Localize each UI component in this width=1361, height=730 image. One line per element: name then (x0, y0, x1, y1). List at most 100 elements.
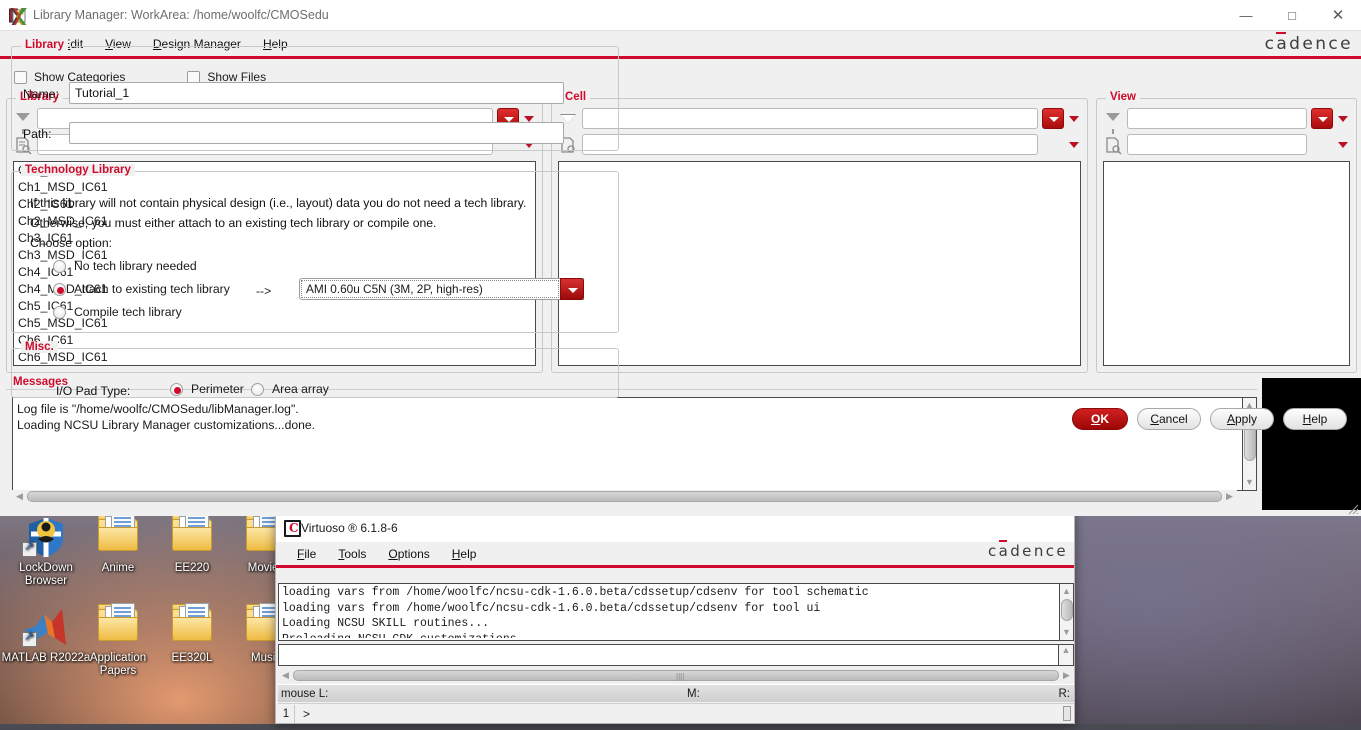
cell-filter-dropdown-button[interactable] (1042, 108, 1064, 129)
dialog-button-row: OK Cancel Apply Help (1072, 408, 1347, 430)
chevron-down-icon[interactable] (560, 278, 584, 300)
minimize-icon[interactable]: — (1223, 0, 1269, 31)
ok-button[interactable]: OK (1072, 408, 1128, 430)
view-search-input[interactable] (1127, 134, 1307, 155)
prompt-symbol: > (303, 706, 311, 721)
hscroll-left-arrow-icon[interactable]: ◀ (12, 490, 27, 503)
tech-text-line-2: Otherwise, you must either attach to an … (30, 216, 437, 230)
view-filter-input[interactable] (1127, 108, 1307, 129)
apply-button[interactable]: Apply (1210, 408, 1274, 430)
scroll-down-arrow-icon[interactable]: ▼ (1060, 625, 1074, 640)
radio-button-icon[interactable] (53, 282, 66, 296)
view-filter-dropdown-button[interactable] (1311, 108, 1333, 129)
hscroll-right-arrow-icon[interactable]: ▶ (1059, 669, 1074, 682)
window-resize-grip[interactable] (1347, 503, 1359, 515)
cell-list[interactable] (558, 161, 1081, 366)
scroll-down-arrow-icon[interactable]: ▼ (1243, 475, 1257, 490)
messages-text: Log file is "/home/woolfc/CMOSedu/libMan… (12, 397, 1243, 491)
filter-funnel-icon (1103, 109, 1123, 134)
cell-search-input[interactable] (582, 134, 1038, 155)
virtuoso-menu-tools[interactable]: Tools (327, 547, 377, 561)
library-manager-titlebar[interactable]: Library Manager: WorkArea: /home/woolfc/… (0, 0, 1361, 31)
misc-group-title: Misc. (21, 341, 58, 353)
close-icon[interactable]: ✕ (1315, 0, 1361, 31)
cell-search-caret-icon[interactable] (1068, 134, 1081, 155)
view-panel: View (1096, 91, 1357, 373)
shortcut-overlay-icon (22, 540, 37, 557)
radio-no-tech-library[interactable]: No tech library needed (53, 259, 197, 273)
radio-compile-tech-library[interactable]: Compile tech library (53, 305, 182, 319)
desktop-icon-label: LockDown Browser (19, 562, 73, 587)
status-mouse-middle: M: (687, 687, 700, 700)
library-name-input[interactable]: Tutorial_1 (69, 82, 564, 104)
virtuoso-log-vscrollbar[interactable]: ▲ ▼ (1060, 583, 1074, 641)
messages-hscrollbar[interactable]: ◀ ▶ (12, 490, 1237, 503)
scroll-up-arrow-icon[interactable]: ▲ (1060, 584, 1074, 599)
cell-filter-input[interactable] (582, 108, 1038, 129)
shield-icon (22, 515, 70, 559)
hscroll-thumb[interactable] (27, 491, 1222, 502)
virtuoso-prompt-row[interactable]: 1 > (278, 703, 1074, 723)
log-line: loading vars from /home/woolfc/ncsu-cdk-… (282, 601, 821, 615)
virtuoso-titlebar[interactable]: Virtuoso ® 6.1.8-6 (276, 514, 1074, 542)
hscroll-right-arrow-icon[interactable]: ▶ (1222, 490, 1237, 503)
tech-library-combobox[interactable]: AMI 0.60u C5N (3M, 2P, high-res) (299, 278, 584, 300)
library-path-input[interactable] (69, 122, 564, 144)
cell-filter-caret-icon[interactable] (1068, 108, 1081, 129)
view-filter-caret-icon[interactable] (1337, 108, 1350, 129)
radio-area-array[interactable]: Area array (251, 382, 329, 396)
desktop-icon-label: EE220 (174, 562, 210, 574)
radio-button-icon[interactable] (251, 382, 264, 396)
virtuoso-menu-options[interactable]: Options (377, 547, 440, 561)
maximize-icon[interactable]: □ (1269, 0, 1315, 31)
path-label: Path: (23, 127, 52, 141)
virtuoso-menubar: File Tools Options Help cadence (276, 542, 1074, 565)
library-group-title: Library (21, 39, 68, 51)
status-mouse-left: mouse L: (281, 687, 329, 700)
virtuoso-menu-file[interactable]: File (286, 547, 327, 561)
virtuoso-menu-help[interactable]: Help (441, 547, 488, 561)
desktop-icon-label: Anime (101, 562, 135, 574)
view-search-caret-icon[interactable] (1337, 134, 1350, 155)
radio-button-icon[interactable] (53, 305, 66, 319)
hscroll-left-arrow-icon[interactable]: ◀ (278, 669, 293, 682)
radio-label: Perimeter (191, 382, 244, 396)
status-mouse-right: R: (1058, 687, 1071, 700)
cadence-c-icon (284, 519, 301, 537)
library-manager-title: Library Manager: WorkArea: /home/woolfc/… (33, 8, 329, 22)
radio-button-icon[interactable] (53, 259, 66, 273)
io-pad-type-label: I/O Pad Type: (56, 384, 131, 398)
prompt-resize-grip[interactable] (1063, 706, 1071, 721)
radio-label: Compile tech library (74, 305, 182, 319)
virtuoso-log-output: loading vars from /home/woolfc/ncsu-cdk-… (278, 583, 1060, 641)
messages-side-blank-area (1262, 378, 1361, 510)
help-button[interactable]: Help (1283, 408, 1347, 430)
messages-panel: Messages Log file is "/home/woolfc/CMOSe… (6, 376, 1257, 503)
scroll-thumb[interactable] (1060, 599, 1073, 621)
desktop-icon-label: Application Papers (89, 652, 147, 677)
radio-label: Attach to existing tech library (74, 282, 230, 296)
command-scroll-up-icon[interactable]: ▲ (1059, 644, 1074, 666)
tech-library-value: AMI 0.60u C5N (3M, 2P, high-res) (301, 280, 559, 298)
tech-text-line-3: Choose option: (30, 236, 112, 250)
list-item[interactable]: Ch6_IC61 (14, 332, 535, 349)
virtuoso-command-input[interactable] (278, 644, 1059, 666)
view-filter-row (1103, 108, 1350, 134)
hscroll-thumb[interactable]: |||| (293, 669, 1059, 681)
cancel-button[interactable]: Cancel (1137, 408, 1201, 430)
x-logo-icon (9, 7, 29, 26)
message-line: Log file is "/home/woolfc/CMOSedu/libMan… (17, 402, 299, 416)
name-label: Name: (23, 87, 59, 101)
virtuoso-hscrollbar[interactable]: ◀ |||| ▶ (278, 667, 1074, 683)
desktop-icon-label: EE320L (171, 652, 213, 664)
radio-perimeter[interactable]: Perimeter (170, 382, 244, 396)
radio-label: Area array (272, 382, 329, 396)
message-line: Loading NCSU Library Manager customizati… (17, 418, 316, 432)
radio-button-icon[interactable] (170, 382, 183, 396)
view-list[interactable] (1103, 161, 1350, 366)
virtuoso-status-bar: mouse L: M: R: (278, 684, 1074, 702)
window-controls: — □ ✕ (1223, 0, 1361, 31)
tech-text-line-1: If this library will not contain physica… (30, 196, 527, 210)
folder-icon (94, 513, 142, 559)
radio-attach-existing-tech-library[interactable]: Attach to existing tech library (53, 282, 230, 296)
